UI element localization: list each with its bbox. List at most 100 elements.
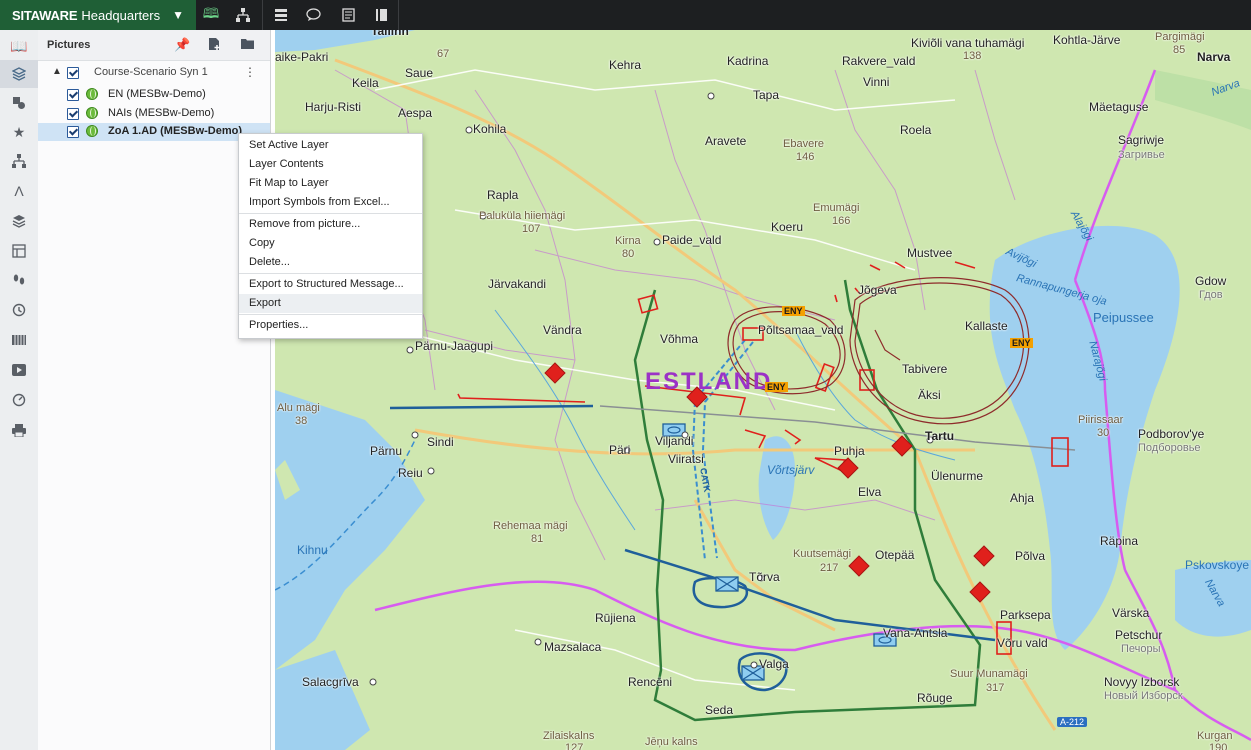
place-label: Gdow (1195, 274, 1227, 288)
place-label: Jõgeva (858, 283, 897, 297)
place-label: Новый Изборск (1104, 690, 1183, 702)
place-label: Sagriwje (1118, 133, 1165, 147)
road-shield: A-212 (1057, 717, 1088, 727)
place-label: Pärnu-Jaagupi (415, 339, 494, 353)
place-label: Keila (352, 76, 379, 90)
layers-icon[interactable] (0, 60, 38, 88)
menu-item-export[interactable]: Export (249, 297, 281, 309)
add-picture-icon[interactable] (208, 37, 221, 54)
menu-item-set-active-layer[interactable]: Set Active Layer (249, 139, 329, 151)
menu-item-fit-map-to-layer[interactable]: Fit Map to Layer (249, 177, 328, 189)
stack-icon[interactable] (0, 207, 38, 235)
layer-label: NAIs (MESBw-Demo) (108, 107, 215, 119)
picture-checkbox[interactable] (67, 67, 79, 79)
place-label: Загривье (1118, 149, 1165, 161)
place-label: Mäetaguse (1089, 100, 1149, 114)
history-icon[interactable] (0, 296, 38, 324)
place-label: Tartu (925, 429, 955, 443)
country-label: ESTLAND (645, 368, 773, 395)
place-label: Kuutsemägi (793, 548, 852, 560)
menu-item-delete[interactable]: Delete... (249, 256, 290, 268)
picture-name: Course-Scenario Syn 1 (94, 66, 208, 78)
place-label: Järvakandi (488, 277, 547, 291)
place-label: Koeru (771, 220, 804, 234)
collapse-caret-icon[interactable]: ▲ (52, 66, 62, 77)
more-options-icon[interactable]: ⋮ (244, 65, 256, 79)
video-icon[interactable] (0, 356, 38, 384)
pin-icon[interactable]: 📌 (174, 37, 190, 53)
place-label: Alu mägi (277, 402, 320, 414)
layer-checkbox[interactable] (67, 108, 79, 120)
place-label: Zilaiskalns (543, 730, 595, 742)
place-label: Roela (900, 123, 932, 137)
place-label: Aespa (398, 106, 433, 120)
place-label: Гдов (1199, 289, 1223, 301)
place-label: Rõuge (917, 691, 953, 705)
place-label: Aravete (705, 134, 747, 148)
enemy-label: ENY (765, 382, 788, 392)
print-icon[interactable] (0, 416, 38, 444)
globe-icon (86, 88, 98, 100)
footprints-icon[interactable] (0, 266, 38, 294)
layer-checkbox[interactable] (67, 126, 79, 138)
menu-item-import-symbols[interactable]: Import Symbols from Excel... (249, 196, 390, 208)
chat-icon[interactable] (304, 6, 322, 24)
place-label: Rakvere_vald (842, 54, 916, 68)
map-book-icon[interactable]: 🕮 (202, 5, 220, 24)
place-label: Võhma (660, 332, 699, 346)
place-label: Ahja (1010, 491, 1035, 505)
place-label: Pargimägi (1155, 31, 1205, 43)
gauge-icon[interactable] (0, 386, 38, 414)
place-label: Vana-Antsla (883, 626, 948, 640)
menu-item-layer-contents[interactable]: Layer Contents (249, 158, 324, 170)
place-label: Sindi (427, 435, 454, 449)
favorites-star-icon[interactable]: ★ (0, 118, 38, 146)
org-hierarchy-icon[interactable] (234, 6, 252, 24)
notebook-icon[interactable] (372, 6, 390, 24)
place-label: Otepää (875, 548, 915, 562)
layer-row-selected[interactable]: ZoA 1.AD (MESBw-Demo) (38, 123, 270, 141)
place-label: Kirna (615, 235, 641, 247)
menu-item-remove-from-picture[interactable]: Remove from picture... (249, 218, 360, 230)
document-icon[interactable] (339, 6, 357, 24)
layer-row[interactable]: EN (MESBw-Demo) (38, 86, 270, 104)
place-label: Valga (759, 657, 789, 671)
place-label: Värska (1112, 606, 1150, 620)
picture-row[interactable]: ▲ Course-Scenario Syn 1 ⋮ (38, 64, 270, 82)
place-label: Kiviõli vana tuhamägi (911, 36, 1025, 50)
map-library-icon[interactable]: 📖 (0, 32, 38, 60)
place-label: Mazsalaca (544, 640, 602, 654)
place-label: 317 (986, 682, 1005, 694)
menu-item-properties[interactable]: Properties... (249, 319, 308, 331)
place-label: Paide_vald (662, 233, 722, 247)
place-label: 190 (1209, 742, 1228, 750)
app-switcher[interactable]: SITAWARE Headquarters ▼ (0, 0, 196, 30)
place-label: Räpina (1100, 534, 1139, 548)
place-label: Põltsamaa_vald (758, 323, 844, 337)
hierarchy-icon[interactable] (0, 147, 38, 175)
shapes-icon[interactable] (0, 89, 38, 117)
open-folder-icon[interactable] (241, 37, 256, 53)
route-icon[interactable]: Λ (0, 177, 38, 205)
place-label: 166 (832, 215, 851, 227)
top-toolbar: SITAWARE Headquarters ▼ 🕮 (0, 0, 1251, 30)
place-label: Narva (1197, 50, 1231, 64)
place-label: Mustvee (907, 246, 953, 260)
dashboard-icon[interactable] (0, 237, 38, 265)
place-label: aike-Pakri (275, 50, 329, 64)
place-label: Salacgrīva (302, 675, 359, 689)
panel-title: Pictures (47, 39, 91, 51)
chevron-down-icon[interactable]: ▼ (172, 8, 184, 22)
list-panel-icon[interactable] (272, 6, 290, 24)
place-label: 107 (522, 223, 541, 235)
layer-label: ZoA 1.AD (MESBw-Demo) (108, 125, 243, 137)
layer-row[interactable]: NAIs (MESBw-Demo) (38, 105, 270, 123)
menu-item-export-structured-message[interactable]: Export to Structured Message... (249, 278, 404, 290)
layer-context-menu: Set Active Layer Layer Contents Fit Map … (238, 133, 423, 339)
menu-item-copy[interactable]: Copy (249, 237, 275, 249)
place-label: 146 (796, 151, 815, 163)
timeline-icon[interactable] (0, 326, 38, 354)
place-label: Tapa (753, 88, 780, 102)
place-label: Rencēni (628, 675, 673, 689)
layer-checkbox[interactable] (67, 89, 79, 101)
